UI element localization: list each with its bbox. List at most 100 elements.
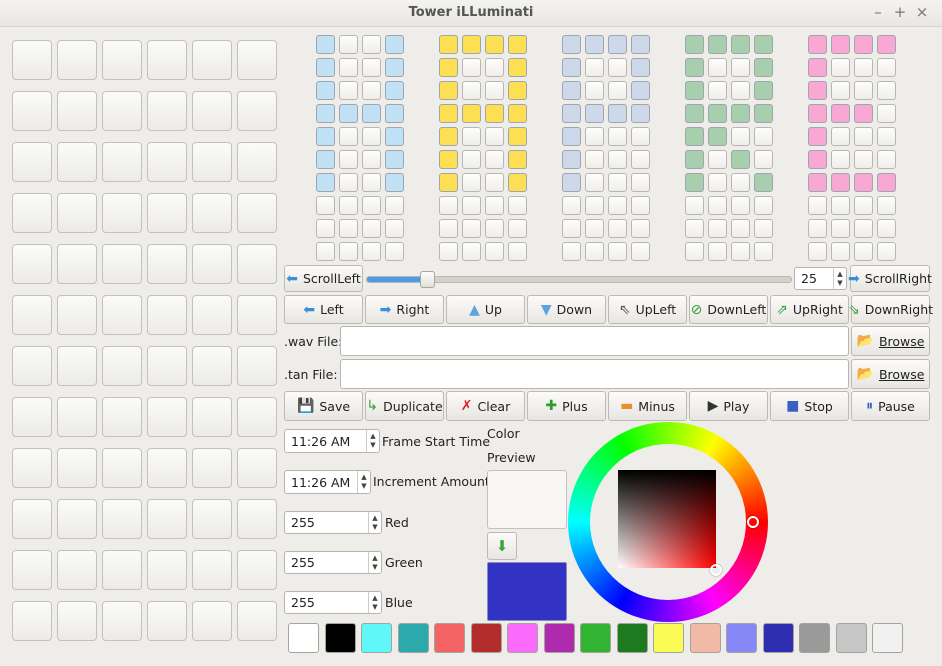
led-cell[interactable] [316,104,335,123]
palette-swatch[interactable] [689,623,721,653]
led-cell[interactable] [339,242,358,261]
led-cell[interactable] [708,173,727,192]
led-cell[interactable] [831,173,850,192]
led-cell[interactable] [631,173,650,192]
led-cell[interactable] [462,81,481,100]
led-cell[interactable] [439,150,458,169]
led-cell[interactable] [485,127,504,146]
frame-cell[interactable] [102,142,142,182]
led-cell[interactable] [439,81,458,100]
led-cell[interactable] [439,196,458,215]
stop-button[interactable]: ■ Stop [770,391,849,421]
frame-cell[interactable] [237,91,277,131]
led-cell[interactable] [485,81,504,100]
led-cell[interactable] [362,81,381,100]
led-cell[interactable] [462,242,481,261]
led-cell[interactable] [485,196,504,215]
frame-cell[interactable] [237,448,277,488]
led-cell[interactable] [708,104,727,123]
led-cell[interactable] [439,127,458,146]
led-cell[interactable] [385,104,404,123]
led-cell[interactable] [585,104,604,123]
blue-arrows[interactable]: ▲ ▼ [368,592,381,613]
led-cell[interactable] [362,196,381,215]
frame-cell[interactable] [12,346,52,386]
frame-cell[interactable] [237,397,277,437]
led-cell[interactable] [608,150,627,169]
led-cell[interactable] [508,127,527,146]
led-cell[interactable] [439,104,458,123]
led-cell[interactable] [631,58,650,77]
led-cell[interactable] [854,196,873,215]
led-cell[interactable] [316,242,335,261]
left-button[interactable]: ⬅ Left [284,295,363,324]
led-cell[interactable] [339,196,358,215]
led-cell[interactable] [631,242,650,261]
led-cell[interactable] [608,196,627,215]
frame-cell[interactable] [102,601,142,641]
led-cell[interactable] [831,242,850,261]
led-cell[interactable] [877,242,896,261]
led-cell[interactable] [685,196,704,215]
tan-browse-button[interactable]: 📂 Browse [851,359,930,389]
led-cell[interactable] [831,219,850,238]
led-cell[interactable] [339,127,358,146]
palette-swatch[interactable] [799,623,830,653]
led-cell[interactable] [831,81,850,100]
led-cell[interactable] [339,81,358,100]
frame-cell[interactable] [192,448,232,488]
led-cell[interactable] [754,81,773,100]
led-cell[interactable] [608,35,627,54]
led-cell[interactable] [808,219,827,238]
led-cell[interactable] [731,219,750,238]
led-cell[interactable] [462,173,481,192]
led-cell[interactable] [585,150,604,169]
upright-button[interactable]: ⇗ UpRight [770,295,849,324]
led-cell[interactable] [877,104,896,123]
led-cell[interactable] [708,219,727,238]
scroll-right-button[interactable]: ➡ ScrollRight [848,265,932,292]
duplicate-button[interactable]: ↳ Duplicate [365,391,444,421]
led-cell[interactable] [708,81,727,100]
led-cell[interactable] [485,219,504,238]
led-cell[interactable] [385,242,404,261]
tan-file-input[interactable] [340,359,849,389]
frame-cell[interactable] [147,346,187,386]
frame-cell[interactable] [102,91,142,131]
led-cell[interactable] [462,127,481,146]
led-cell[interactable] [508,35,527,54]
frame-cell[interactable] [12,142,52,182]
led-cell[interactable] [316,35,335,54]
led-cell[interactable] [508,104,527,123]
led-cell[interactable] [508,81,527,100]
palette-swatch[interactable] [470,623,502,653]
led-cell[interactable] [585,196,604,215]
led-cell[interactable] [439,173,458,192]
led-cell[interactable] [362,219,381,238]
led-cell[interactable] [854,219,873,238]
led-cell[interactable] [731,127,750,146]
led-cell[interactable] [608,58,627,77]
led-cell[interactable] [831,35,850,54]
led-cell[interactable] [316,196,335,215]
close-button[interactable]: × [913,3,931,21]
led-cell[interactable] [808,173,827,192]
palette-swatch[interactable] [507,623,538,653]
led-cell[interactable] [608,104,627,123]
led-cell[interactable] [608,242,627,261]
led-cell[interactable] [608,219,627,238]
led-cell[interactable] [608,173,627,192]
palette-swatch[interactable] [434,623,465,653]
led-cell[interactable] [877,150,896,169]
led-cell[interactable] [439,58,458,77]
led-cell[interactable] [316,150,335,169]
led-cell[interactable] [339,35,358,54]
up-button[interactable]: ▲ Up [446,295,525,324]
led-cell[interactable] [877,35,896,54]
led-cell[interactable] [808,196,827,215]
pause-button[interactable]: ⏸ Pause [851,391,930,421]
frame-cell[interactable] [102,295,142,335]
palette-swatch[interactable] [543,623,575,653]
frame-cell[interactable] [57,499,97,539]
led-cell[interactable] [585,127,604,146]
